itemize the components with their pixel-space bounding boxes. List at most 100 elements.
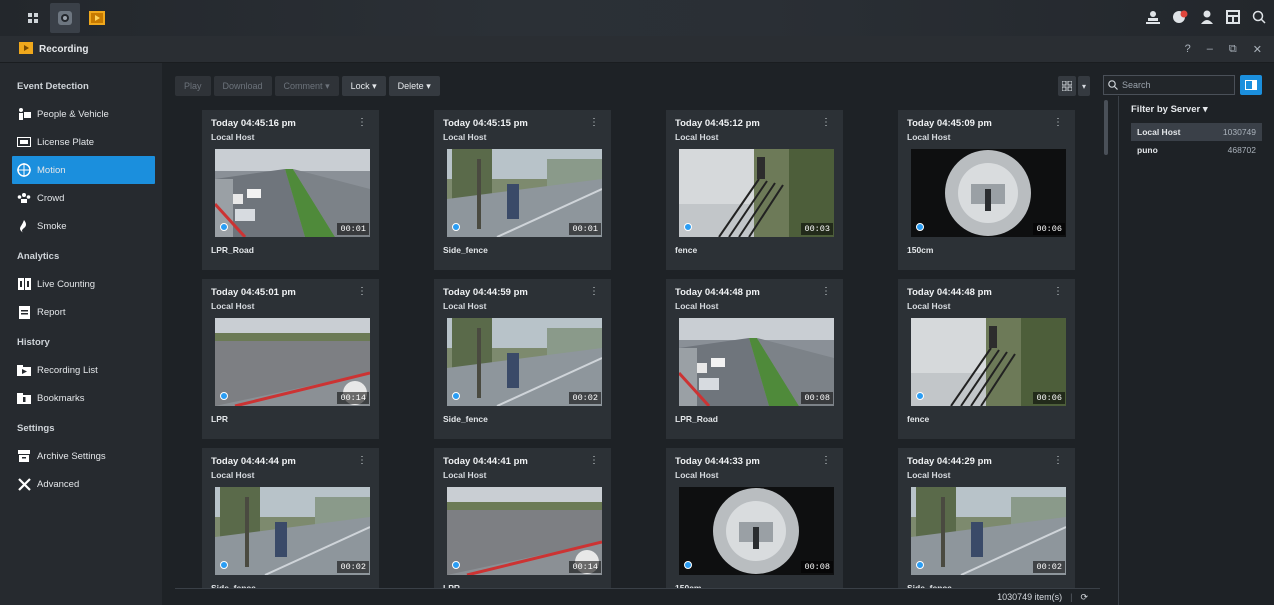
- recording-thumbnail[interactable]: 00:01: [215, 149, 370, 237]
- recording-thumbnail[interactable]: 00:03: [679, 149, 834, 237]
- recording-card[interactable]: Today 04:45:12 pm Local Host ⋮ 00:03 fen…: [666, 110, 843, 270]
- minimize-button[interactable]: –: [1207, 43, 1213, 56]
- sidebar-item-advanced[interactable]: Advanced: [0, 470, 155, 498]
- recording-card[interactable]: Today 04:44:44 pm Local Host ⋮ 00:02 Sid…: [202, 448, 379, 588]
- recording-time: Today 04:45:16 pm: [211, 118, 296, 129]
- recording-thumbnail[interactable]: 00:02: [911, 487, 1066, 575]
- more-options-icon[interactable]: ⋮: [1053, 455, 1063, 466]
- apps-grid-icon[interactable]: [18, 3, 48, 33]
- recording-thumbnail[interactable]: 00:14: [215, 318, 370, 406]
- duration-label: 00:03: [801, 223, 833, 235]
- more-options-icon[interactable]: ⋮: [357, 455, 367, 466]
- chat-icon[interactable]: [1172, 10, 1188, 27]
- restore-button[interactable]: ⧉: [1229, 43, 1237, 56]
- more-options-icon[interactable]: ⋮: [589, 455, 599, 466]
- user-icon[interactable]: [1200, 10, 1214, 27]
- recording-card[interactable]: Today 04:44:33 pm Local Host ⋮ 00:08 150…: [666, 448, 843, 588]
- refresh-icon[interactable]: ⟳: [1080, 592, 1088, 603]
- recording-thumbnail[interactable]: 00:02: [215, 487, 370, 575]
- more-options-icon[interactable]: ⋮: [821, 455, 831, 466]
- sidebar-item-report[interactable]: Report: [0, 298, 155, 326]
- download-button[interactable]: Download: [213, 76, 272, 96]
- recording-thumbnail[interactable]: 00:14: [447, 487, 602, 575]
- lock-button[interactable]: Lock ▾: [341, 76, 386, 96]
- more-options-icon[interactable]: ⋮: [589, 286, 599, 297]
- sidebar-item-license-plate[interactable]: License Plate: [0, 128, 155, 156]
- recording-thumbnail[interactable]: 00:01: [447, 149, 602, 237]
- recording-time: Today 04:44:48 pm: [907, 287, 992, 298]
- search-icon: [1108, 80, 1118, 90]
- recording-host: Local Host: [907, 301, 951, 311]
- duration-label: 00:02: [337, 561, 369, 573]
- sidebar-section-title: Event Detection: [17, 80, 89, 92]
- grid-view-icon[interactable]: [1058, 76, 1076, 96]
- motion-icon: [17, 163, 31, 177]
- recording-thumbnail[interactable]: 00:08: [679, 487, 834, 575]
- more-options-icon[interactable]: ⋮: [1053, 117, 1063, 128]
- comment-button[interactable]: Comment ▾: [274, 76, 339, 96]
- play-button[interactable]: Play: [175, 76, 211, 96]
- sidebar-item-label: Bookmarks: [37, 392, 85, 404]
- search-icon[interactable]: [1252, 10, 1266, 27]
- sidebar-item-smoke[interactable]: Smoke: [0, 212, 155, 240]
- sidebar: Event Detection People & Vehicle License…: [0, 63, 162, 605]
- top-taskbar: [0, 0, 1274, 36]
- server-filter-item[interactable]: puno 468702: [1131, 141, 1262, 159]
- recording-card[interactable]: Today 04:44:41 pm Local Host ⋮ 00:14 LPR: [434, 448, 611, 588]
- delete-button[interactable]: Delete ▾: [388, 76, 440, 96]
- recording-card[interactable]: Today 04:44:48 pm Local Host ⋮ 00:08 LPR…: [666, 279, 843, 439]
- recording-thumbnail[interactable]: 00:02: [447, 318, 602, 406]
- recording-host: Local Host: [443, 301, 487, 311]
- recording-time: Today 04:45:15 pm: [443, 118, 528, 129]
- scrollbar[interactable]: [1104, 100, 1108, 155]
- more-options-icon[interactable]: ⋮: [821, 117, 831, 128]
- camera-icon[interactable]: [50, 3, 80, 33]
- camera-name: LPR_Road: [211, 245, 254, 255]
- status-bar: 1030749 item(s) | ⟳: [175, 588, 1100, 605]
- close-button[interactable]: ✕: [1253, 43, 1262, 56]
- sidebar-item-archive-settings[interactable]: Archive Settings: [0, 442, 155, 470]
- recording-card[interactable]: Today 04:44:59 pm Local Host ⋮ 00:02 Sid…: [434, 279, 611, 439]
- more-options-icon[interactable]: ⋮: [821, 286, 831, 297]
- sidebar-item-crowd[interactable]: Crowd: [0, 184, 155, 212]
- search-box[interactable]: [1103, 75, 1235, 95]
- recording-host: Local Host: [907, 470, 951, 480]
- recording-thumbnail[interactable]: 00:06: [911, 149, 1066, 237]
- widget-icon[interactable]: [1226, 9, 1240, 27]
- recording-thumbnail[interactable]: 00:06: [911, 318, 1066, 406]
- recording-card[interactable]: Today 04:45:09 pm Local Host ⋮ 00:06 150…: [898, 110, 1075, 270]
- recording-grid: Today 04:45:16 pm Local Host ⋮ 00:01 LPR…: [175, 102, 1100, 588]
- more-options-icon[interactable]: ⋮: [1053, 286, 1063, 297]
- server-filter-item[interactable]: Local Host 1030749: [1131, 123, 1262, 141]
- more-options-icon[interactable]: ⋮: [357, 117, 367, 128]
- help-button[interactable]: ?: [1185, 43, 1191, 56]
- recording-time: Today 04:44:44 pm: [211, 456, 296, 467]
- recording-time: Today 04:44:41 pm: [443, 456, 528, 467]
- sidebar-item-label: Crowd: [37, 192, 65, 204]
- user-upload-icon[interactable]: [1146, 10, 1160, 27]
- side-panel-toggle-icon[interactable]: [1240, 75, 1262, 95]
- recording-card[interactable]: Today 04:44:29 pm Local Host ⋮ 00:02 Sid…: [898, 448, 1075, 588]
- search-input[interactable]: [1122, 80, 1222, 90]
- camera-name: 150cm: [907, 245, 934, 255]
- view-dropdown-icon[interactable]: ▾: [1078, 76, 1090, 96]
- recording-thumbnail[interactable]: 00:08: [679, 318, 834, 406]
- sidebar-item-motion[interactable]: Motion: [12, 156, 155, 184]
- recording-card[interactable]: Today 04:45:01 pm Local Host ⋮ 00:14 LPR: [202, 279, 379, 439]
- status-dot: [452, 392, 460, 400]
- recording-app-icon[interactable]: [82, 3, 112, 33]
- recording-card[interactable]: Today 04:45:15 pm Local Host ⋮ 00:01 Sid…: [434, 110, 611, 270]
- sidebar-item-bookmarks[interactable]: Bookmarks: [0, 384, 155, 412]
- counting-icon: [17, 277, 31, 291]
- chevron-down-icon: ▾: [325, 80, 330, 91]
- sidebar-item-recording-list[interactable]: Recording List: [0, 356, 155, 384]
- recording-card[interactable]: Today 04:45:16 pm Local Host ⋮ 00:01 LPR…: [202, 110, 379, 270]
- sidebar-item-people-vehicle[interactable]: People & Vehicle: [0, 100, 155, 128]
- more-options-icon[interactable]: ⋮: [589, 117, 599, 128]
- smoke-icon: [17, 219, 31, 233]
- sidebar-item-live-counting[interactable]: Live Counting: [0, 270, 155, 298]
- recording-time: Today 04:45:09 pm: [907, 118, 992, 129]
- more-options-icon[interactable]: ⋮: [357, 286, 367, 297]
- recording-card[interactable]: Today 04:44:48 pm Local Host ⋮ 00:06 fen…: [898, 279, 1075, 439]
- filter-header[interactable]: Filter by Server ▾: [1119, 96, 1274, 115]
